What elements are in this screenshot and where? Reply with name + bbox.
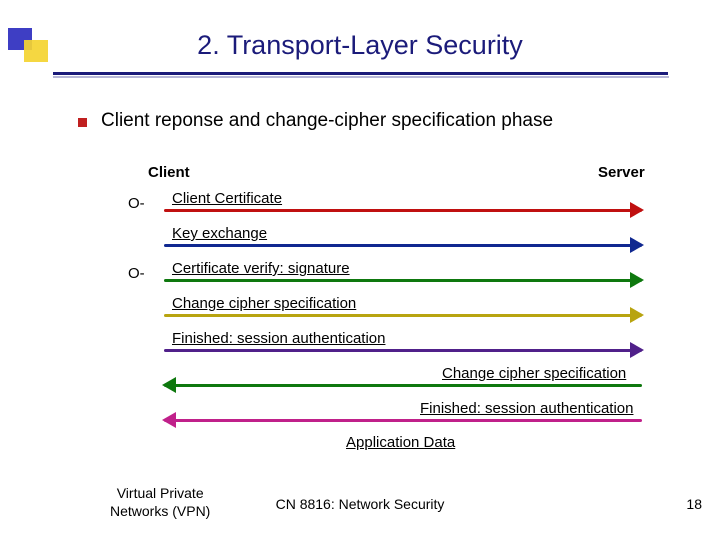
arrow-head-icon [630, 202, 644, 218]
bullet-text: Client reponse and change-cipher specifi… [101, 110, 553, 132]
arrow-head-icon [162, 412, 176, 428]
optional-marker: O- [128, 195, 145, 212]
arrow-head-icon [630, 307, 644, 323]
server-label: Server [598, 164, 645, 181]
client-label: Client [148, 164, 190, 181]
footer-page-number: 18 [686, 496, 702, 512]
title-underline [53, 72, 668, 75]
arrow-certificate-verify [164, 271, 642, 291]
square-bullet-icon [78, 118, 87, 127]
arrow-head-icon [630, 342, 644, 358]
arrow-finished-sc [164, 411, 642, 431]
application-data-label: Application Data [346, 434, 455, 451]
arrow-key-exchange [164, 236, 642, 256]
arrow-head-icon [630, 237, 644, 253]
bullet-row: Client reponse and change-cipher specifi… [78, 110, 553, 132]
arrow-head-icon [630, 272, 644, 288]
title-underline-shadow [53, 76, 669, 78]
arrow-head-icon [162, 377, 176, 393]
arrow-change-cipher-cs [164, 306, 642, 326]
footer-center: CN 8816: Network Security [0, 496, 720, 512]
arrow-change-cipher-sc [164, 376, 642, 396]
optional-marker: O- [128, 265, 145, 282]
arrow-client-certificate [164, 201, 642, 221]
slide-title: 2. Transport-Layer Security [0, 30, 720, 61]
arrow-finished-cs [164, 341, 642, 361]
